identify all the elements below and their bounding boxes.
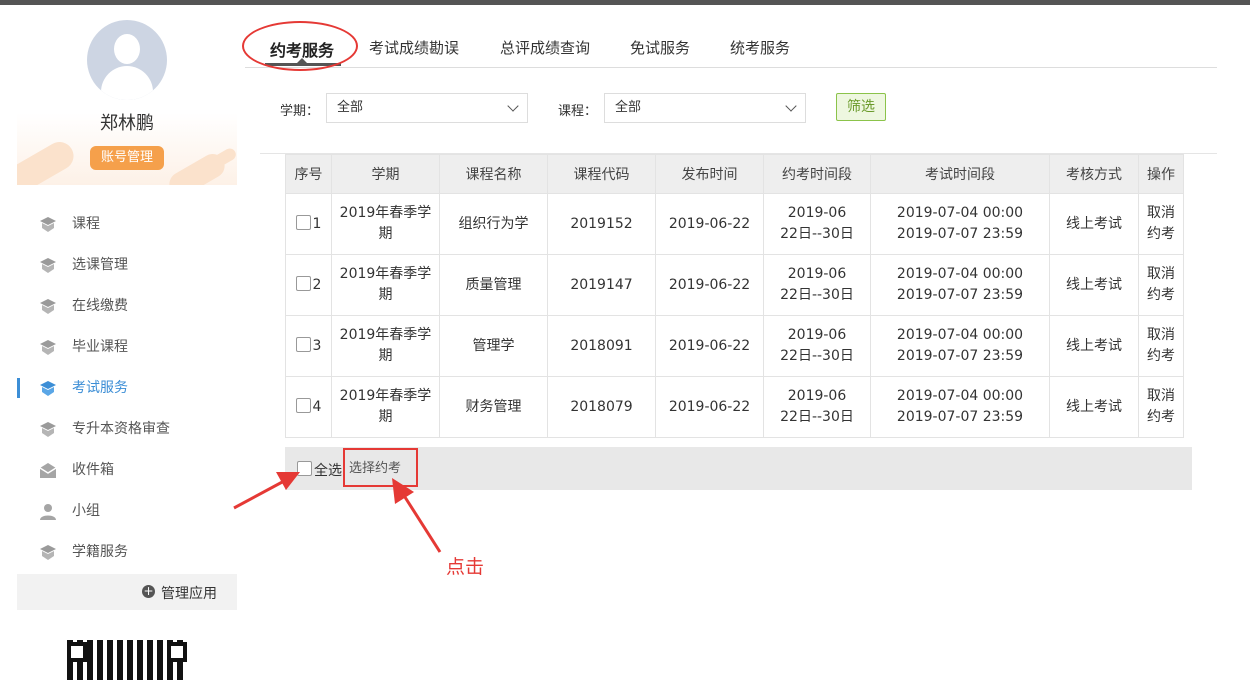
- annotation-arrows: [233, 472, 442, 553]
- annotation-click-text: 点击: [446, 556, 485, 578]
- annotation-arrow-up: [392, 478, 442, 553]
- annotation-arrow-left: [233, 472, 300, 510]
